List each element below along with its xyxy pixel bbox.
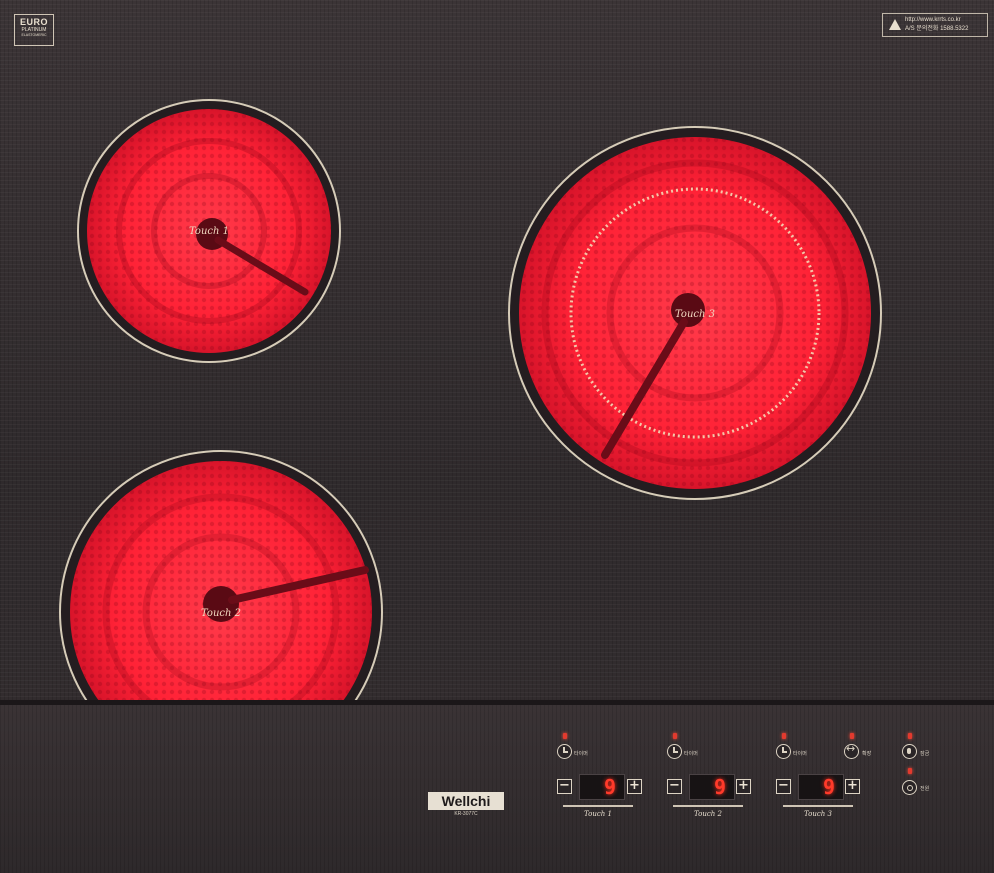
lock-label: 잠금 xyxy=(920,751,930,757)
zone-1-label: Touch 1 xyxy=(584,810,612,818)
cooktop-surface: EURO PLATINUM ELASTOMERIC http://www.krr… xyxy=(0,0,994,873)
expand-zone-icon[interactable] xyxy=(844,742,859,759)
expand-label: 확장 xyxy=(862,751,872,757)
zone-1-underline xyxy=(563,805,633,807)
burner-1-label: Touch 1 xyxy=(189,226,229,237)
zone-2-underline xyxy=(673,805,743,807)
zone-3-underline xyxy=(783,805,853,807)
timer-3-led xyxy=(782,733,786,739)
timer-1-clock-icon[interactable] xyxy=(557,744,572,759)
timer-2-led xyxy=(673,733,677,739)
power-led xyxy=(908,768,912,774)
zone-3-plus-button[interactable]: + xyxy=(845,779,860,794)
brand-logo: Wellchi xyxy=(428,792,504,810)
model-number: KR-3077C xyxy=(454,811,478,817)
zone-2-label: Touch 2 xyxy=(694,810,722,818)
timer-3-label: 타이머 xyxy=(793,751,807,757)
timer-1-led xyxy=(563,733,567,739)
zone-1-plus-button[interactable]: + xyxy=(627,779,642,794)
timer-1-label: 타이머 xyxy=(574,751,588,757)
burner-2-label: Touch 2 xyxy=(201,608,241,619)
timer-2-clock-icon[interactable] xyxy=(667,744,682,759)
burner-touch-3: Touch 3 xyxy=(508,126,882,500)
zone-1-level-display: 9 xyxy=(579,774,625,800)
burner-3-label: Touch 3 xyxy=(675,309,715,320)
timer-3-clock-icon[interactable] xyxy=(776,744,791,759)
zone-3-level-display: 9 xyxy=(798,774,844,800)
zone-3-minus-button[interactable]: − xyxy=(776,779,791,794)
zone-3-label: Touch 3 xyxy=(804,810,832,818)
burner-touch-1: Touch 1 xyxy=(77,99,341,363)
power-label: 전원 xyxy=(920,786,930,792)
power-icon[interactable] xyxy=(902,780,917,795)
zone-2-plus-button[interactable]: + xyxy=(736,779,751,794)
expand-led xyxy=(850,733,854,739)
zone-2-minus-button[interactable]: − xyxy=(667,779,682,794)
zone-2-level-display: 9 xyxy=(689,774,735,800)
timer-2-label: 타이머 xyxy=(684,751,698,757)
zone-1-minus-button[interactable]: − xyxy=(557,779,572,794)
lock-icon[interactable] xyxy=(902,744,917,759)
lock-led xyxy=(908,733,912,739)
